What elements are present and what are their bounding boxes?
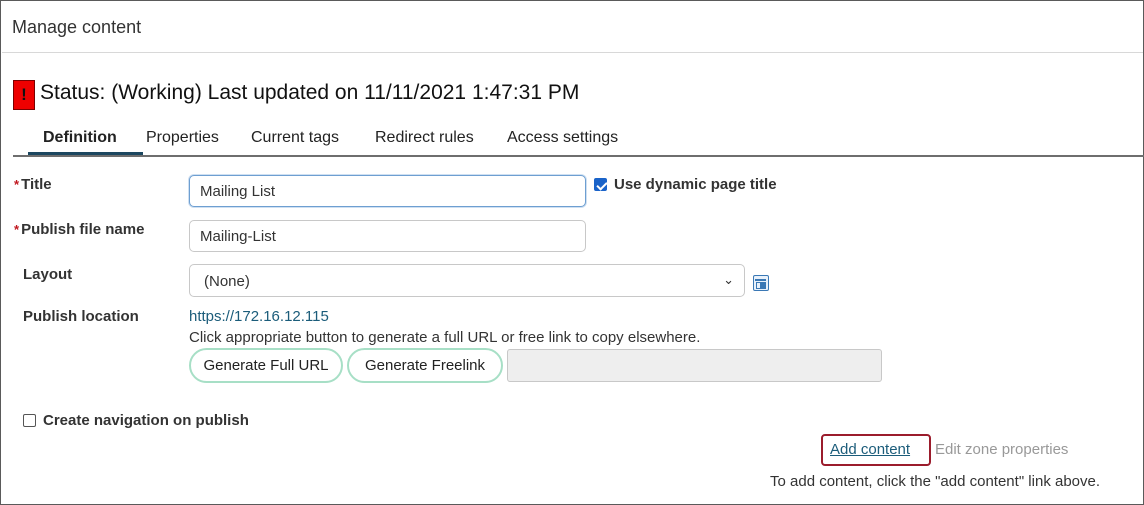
required-marker: * [14, 222, 20, 237]
dynamic-title-label[interactable]: Use dynamic page title [614, 176, 777, 193]
tab-access-settings[interactable]: Access settings [507, 121, 618, 155]
tab-definition[interactable]: Definition [43, 121, 117, 155]
warning-icon: ! [13, 80, 35, 110]
publish-location-help: Click appropriate button to generate a f… [189, 329, 701, 346]
title-input[interactable] [189, 175, 586, 207]
layout-select[interactable]: (None) ⌄ [189, 264, 745, 297]
layout-preview-icon[interactable] [753, 275, 769, 291]
generate-full-url-button[interactable]: Generate Full URL [189, 348, 343, 383]
publish-file-name-input[interactable] [189, 220, 586, 252]
tab-redirect-rules[interactable]: Redirect rules [375, 121, 474, 155]
create-navigation-label[interactable]: Create navigation on publish [43, 412, 249, 429]
tab-properties[interactable]: Properties [146, 121, 219, 155]
add-content-hint: To add content, click the "add content" … [770, 473, 1101, 490]
publish-location-label: Publish location [23, 308, 139, 325]
status-text: Status: (Working) Last updated on 11/11/… [40, 81, 580, 104]
dynamic-title-checkbox[interactable] [594, 178, 607, 191]
generated-link-field[interactable] [507, 349, 882, 382]
panel-title: Manage content [12, 17, 142, 37]
create-navigation-checkbox[interactable] [23, 414, 36, 427]
add-content-link[interactable]: Add content [830, 441, 910, 458]
title-label: * Title [14, 176, 52, 193]
publish-location-url[interactable]: https://172.16.12.115 [189, 308, 329, 325]
edit-zone-properties-link[interactable]: Edit zone properties [935, 441, 1068, 458]
panel-header: Manage content [2, 2, 1143, 53]
required-marker: * [14, 177, 20, 192]
layout-selected-value: (None) [204, 273, 250, 290]
title-label-text: Title [21, 176, 52, 193]
chevron-down-icon: ⌄ [723, 272, 734, 287]
generate-freelink-button[interactable]: Generate Freelink [347, 348, 503, 383]
manage-content-panel: Manage content ! Status: (Working) Last … [0, 0, 1144, 505]
publish-file-name-label-text: Publish file name [21, 221, 145, 238]
publish-file-name-label: * Publish file name [14, 221, 144, 238]
tab-divider [13, 155, 1144, 157]
tab-current-tags[interactable]: Current tags [251, 121, 339, 155]
layout-label: Layout [23, 266, 73, 283]
